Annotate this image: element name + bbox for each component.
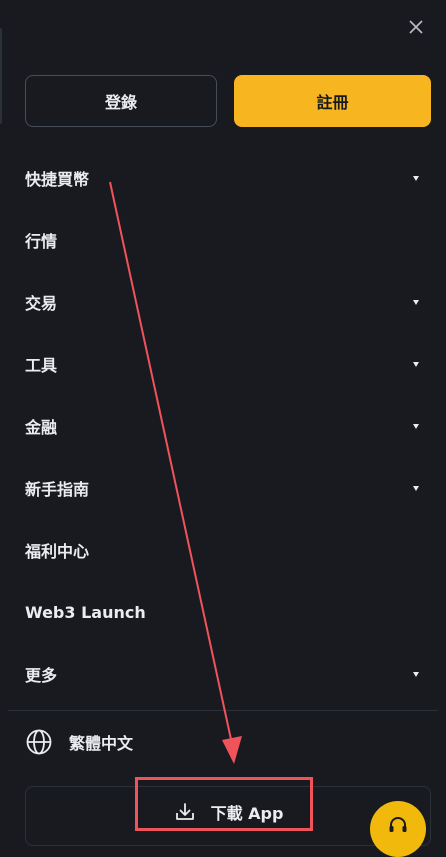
login-button-label: 登錄 [104,93,137,112]
register-button-label: 註冊 [316,93,349,112]
divider [8,710,438,711]
menu-item-markets[interactable]: 行情 [0,209,446,271]
menu-item-tools[interactable]: 工具 [0,333,446,395]
globe-icon [26,729,52,755]
left-edge-scroll [0,28,2,124]
menu-item-finance[interactable]: 金融 [0,395,446,457]
login-button[interactable]: 登錄 [25,75,217,127]
download-icon [175,803,194,820]
caret-down-icon [413,175,419,181]
support-chat-button[interactable] [370,801,426,857]
language-selector[interactable]: 繁體中文 [25,728,133,756]
nav-menu: 快捷買幣 行情 交易 工具 金融 新手指南 福利中心 Web3 Launch 更… [0,147,446,705]
register-button[interactable]: 註冊 [234,75,431,127]
download-card: 下載 App [25,786,431,846]
menu-item-label: 工具 [25,356,58,375]
menu-item-label: 金融 [25,418,58,437]
menu-item-label: 交易 [25,294,58,313]
close-button[interactable] [404,15,428,39]
language-label: 繁體中文 [69,734,134,753]
menu-item-label: 福利中心 [25,542,90,561]
caret-down-icon [413,361,419,367]
menu-item-quick-buy[interactable]: 快捷買幣 [0,147,446,209]
caret-down-icon [413,671,419,677]
close-icon [409,20,423,34]
menu-item-label: 更多 [25,666,58,685]
menu-item-beginner-guide[interactable]: 新手指南 [0,457,446,519]
menu-item-trade[interactable]: 交易 [0,271,446,333]
caret-down-icon [413,299,419,305]
menu-item-label: Web3 Launch [25,602,146,622]
headset-icon [389,817,407,832]
menu-item-label: 行情 [25,232,58,251]
menu-item-more[interactable]: 更多 [0,643,446,705]
menu-item-label: 新手指南 [25,480,90,499]
menu-item-rewards-center[interactable]: 福利中心 [0,519,446,581]
download-app-label: 下載 App [210,804,284,823]
menu-item-label: 快捷買幣 [25,170,90,189]
caret-down-icon [413,485,419,491]
caret-down-icon [413,423,419,429]
menu-item-web3-launch[interactable]: Web3 Launch [0,581,446,643]
